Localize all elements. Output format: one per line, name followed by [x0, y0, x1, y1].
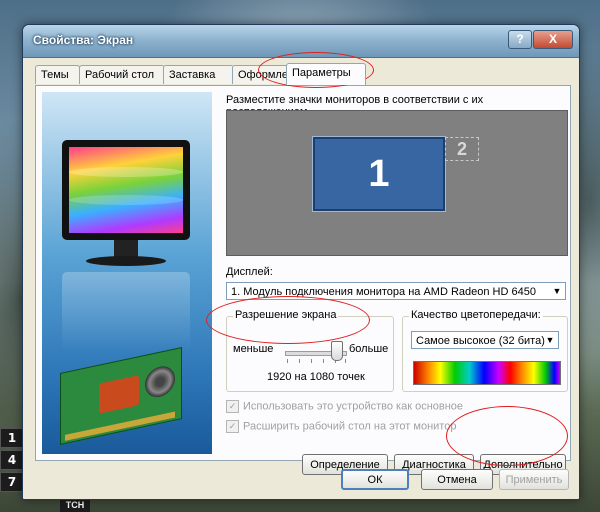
- chevron-down-icon: ▼: [552, 286, 562, 296]
- resolution-slider-thumb[interactable]: [331, 341, 343, 361]
- extend-desktop-checkbox[interactable]: ✓ Расширить рабочий стол на этот монитор: [226, 420, 456, 433]
- apply-button[interactable]: Применить: [499, 469, 569, 490]
- help-button[interactable]: ?: [508, 30, 532, 49]
- annotation-circle-advanced: [446, 406, 568, 466]
- color-quality-select[interactable]: Самое высокое (32 бита) ▼: [411, 331, 559, 349]
- monitor-2[interactable]: 2: [445, 137, 479, 161]
- tab-settings[interactable]: Параметры: [286, 63, 366, 85]
- graphics-card-icon: [60, 347, 182, 445]
- window-title: Свойства: Экран: [33, 33, 134, 47]
- monitor-1[interactable]: 1: [312, 136, 446, 212]
- illustration: [42, 92, 212, 454]
- cancel-button[interactable]: Отмена: [421, 469, 493, 490]
- taskbar-fragment: ТСН: [60, 498, 90, 512]
- color-quality-title: Качество цветопередачи:: [409, 309, 543, 321]
- resolution-value: 1920 на 1080 точек: [267, 371, 365, 383]
- extend-desktop-label: Расширить рабочий стол на этот монитор: [243, 420, 457, 433]
- display-label: Дисплей:: [226, 266, 273, 278]
- primary-device-label: Использовать это устройство как основное: [243, 400, 464, 413]
- desktop-key[interactable]: 7: [0, 472, 24, 492]
- checkbox-icon: ✓: [226, 420, 239, 433]
- checkbox-icon: ✓: [226, 400, 239, 413]
- tab-themes[interactable]: Темы: [35, 65, 80, 84]
- annotation-circle-resolution: [206, 296, 370, 344]
- chevron-down-icon: ▼: [545, 335, 555, 345]
- monitor-icon: [62, 140, 190, 240]
- tab-desktop[interactable]: Рабочий стол: [79, 65, 165, 84]
- primary-device-checkbox[interactable]: ✓ Использовать это устройство как основно…: [226, 400, 463, 413]
- ok-button[interactable]: ОК: [341, 469, 409, 490]
- resolution-more-label: больше: [349, 343, 389, 355]
- desktop-key[interactable]: 4: [0, 450, 24, 470]
- close-button[interactable]: X: [533, 30, 573, 49]
- desktop-key[interactable]: 1: [0, 428, 24, 448]
- color-quality-group: Качество цветопередачи: Самое высокое (3…: [402, 309, 568, 392]
- monitor-arrangement: 1 2: [226, 110, 568, 256]
- tab-screensaver[interactable]: Заставка: [163, 65, 234, 84]
- resolution-less-label: меньше: [233, 343, 274, 355]
- close-icon: X: [548, 32, 557, 46]
- settings-panel: Разместите значки мониторов в соответств…: [35, 85, 571, 475]
- color-quality-value: Самое высокое (32 бита): [416, 335, 545, 347]
- color-spectrum-preview: [413, 361, 561, 385]
